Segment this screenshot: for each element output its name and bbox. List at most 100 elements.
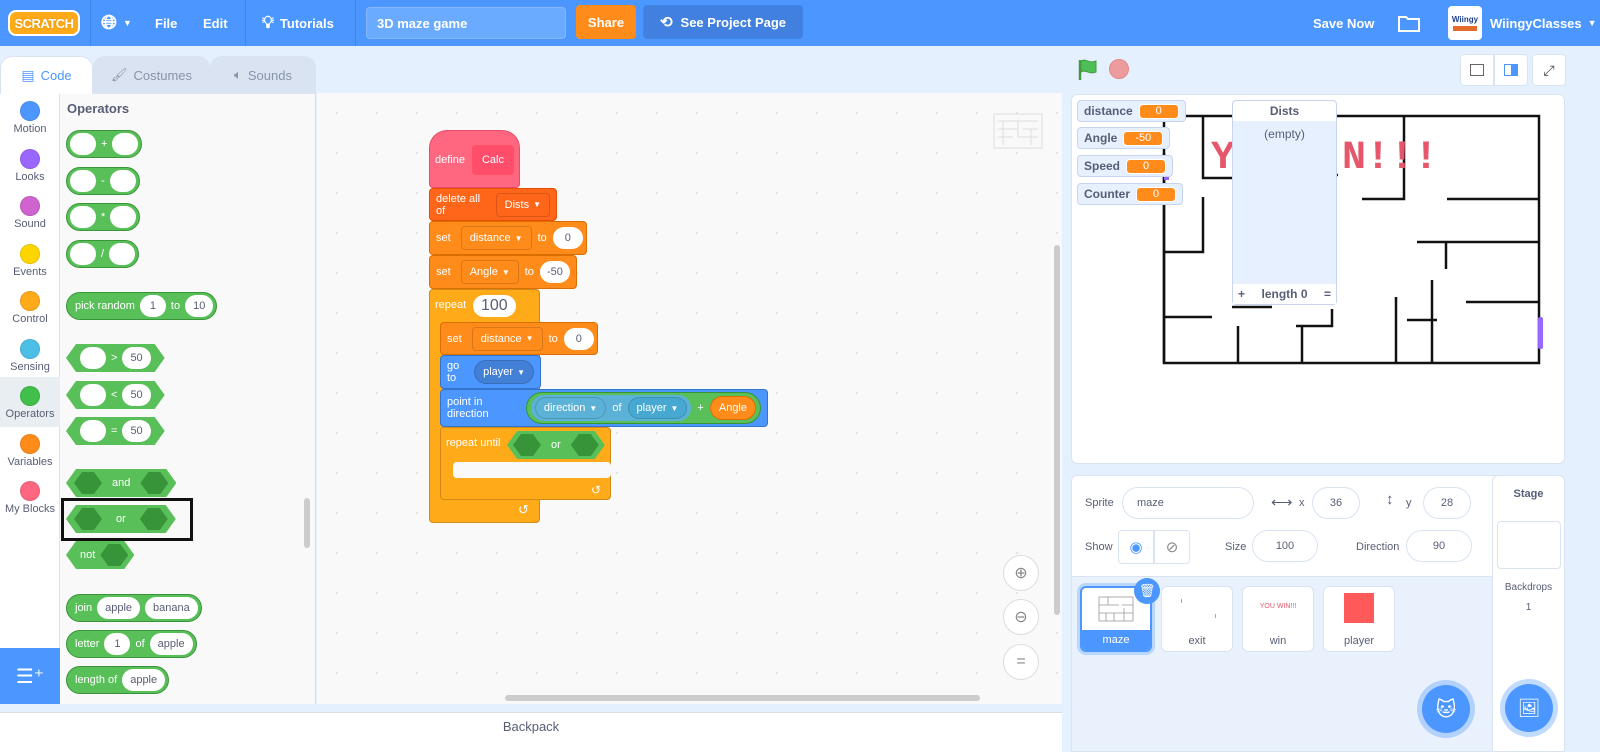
set-angle-block[interactable]: set Angle ▼ to -50 <box>429 255 577 289</box>
add-reporter[interactable]: direction ▼ of player ▼ + Angle <box>525 392 761 424</box>
variable-monitor-angle[interactable]: Angle -50 <box>1077 127 1171 149</box>
input-slot[interactable]: apple <box>149 633 193 655</box>
avatar[interactable]: Wiingy <box>1448 6 1482 40</box>
fullscreen-button[interactable]: ⤢ <box>1532 54 1566 86</box>
account-menu[interactable]: WiingyClasses ▼ <box>1490 0 1597 46</box>
large-stage-button[interactable] <box>1494 54 1528 86</box>
input-slot[interactable] <box>70 243 96 265</box>
sprite-dropdown[interactable]: player ▼ <box>627 397 688 419</box>
input-slot[interactable]: 50 <box>122 420 150 442</box>
set-distance-block[interactable]: set distance ▼ to 0 <box>429 221 587 255</box>
boolean-slot[interactable] <box>140 472 168 494</box>
delete-all-block[interactable]: delete all of Dists ▼ <box>429 188 557 221</box>
input-slot[interactable] <box>80 384 106 406</box>
see-project-page-button[interactable]: ⟲ See Project Page <box>643 5 803 39</box>
input-slot[interactable]: 10 <box>185 295 214 317</box>
backpack[interactable]: Backpack <box>0 712 1062 752</box>
block-divide[interactable]: / <box>66 240 140 268</box>
delete-sprite-button[interactable]: 🗑︎ <box>1134 578 1160 604</box>
boolean-slot[interactable] <box>100 544 128 566</box>
variable-monitor-speed[interactable]: Speed 0 <box>1077 155 1174 177</box>
input-slot[interactable]: 50 <box>122 384 150 406</box>
category-sound[interactable]: Sound <box>0 191 60 238</box>
set-distance-block[interactable]: set distance ▼ to 0 <box>440 322 598 355</box>
workspace-vertical-scrollbar[interactable] <box>1054 245 1060 615</box>
value-input[interactable]: 100 <box>473 295 516 317</box>
input-slot[interactable]: apple <box>122 669 166 691</box>
input-slot[interactable]: 50 <box>122 347 150 369</box>
project-title-input[interactable]: 3D maze game <box>366 7 566 39</box>
palette-scrollbar[interactable] <box>304 498 310 548</box>
tab-costumes[interactable]: 🖌︎ Costumes <box>93 56 210 94</box>
category-my-blocks[interactable]: My Blocks <box>0 476 60 523</box>
block-length-of[interactable]: length of apple <box>66 666 170 694</box>
add-extension-button[interactable]: ☰⁺ <box>0 648 60 704</box>
sprite-name-input[interactable]: maze <box>1122 487 1254 519</box>
sprite-thumb-player[interactable]: player <box>1323 586 1395 652</box>
tab-sounds[interactable]: 🔈︎ Sounds <box>210 56 316 94</box>
show-sprite-button[interactable]: ◉ <box>1118 530 1154 564</box>
go-to-block[interactable]: go to player ▼ <box>440 355 541 389</box>
green-flag-icon[interactable] <box>1076 57 1100 81</box>
list-monitor-dists[interactable]: Dists (empty) + length 0 = <box>1232 100 1337 305</box>
input-slot[interactable] <box>70 133 96 155</box>
of-reporter[interactable]: direction ▼ of player ▼ <box>530 395 692 421</box>
y-input[interactable]: 28 <box>1423 487 1471 519</box>
category-variables[interactable]: Variables <box>0 429 60 476</box>
language-menu[interactable]: 🌐︎ ▼ <box>101 0 132 46</box>
block-add[interactable]: + <box>66 130 143 158</box>
block-pick-random[interactable]: pick random 1 to 10 <box>66 292 218 320</box>
value-input[interactable]: -50 <box>539 261 570 283</box>
boolean-slot[interactable] <box>513 434 541 456</box>
block-equals[interactable]: = 50 <box>66 417 165 445</box>
variable-monitor-counter[interactable]: Counter 0 <box>1077 183 1183 205</box>
variable-dropdown[interactable]: distance ▼ <box>471 326 543 351</box>
boolean-slot[interactable] <box>571 434 599 456</box>
resize-handle[interactable]: = <box>1324 287 1331 301</box>
list-dropdown[interactable]: Dists ▼ <box>495 192 550 217</box>
input-slot[interactable]: banana <box>145 597 198 619</box>
angle-variable-reporter[interactable]: Angle <box>709 396 756 420</box>
input-slot[interactable]: 1 <box>104 633 131 655</box>
stage-canvas[interactable]: Y N!!! distance 0 Angle -50 Speed 0 Counter… <box>1071 94 1565 464</box>
category-looks[interactable]: Looks <box>0 144 60 191</box>
zoom-out-button[interactable]: ⊖ <box>1003 599 1039 635</box>
tab-code[interactable]: ▤ Code <box>0 56 93 94</box>
block-less-than[interactable]: <50 <box>66 381 165 409</box>
code-workspace[interactable]: define Calc delete all of Dists ▼ set dis… <box>317 93 1062 704</box>
my-stuff-button[interactable] <box>1398 0 1420 46</box>
input-slot[interactable]: apple <box>97 597 141 619</box>
add-backdrop-button[interactable]: 🖼︎ <box>1505 684 1553 732</box>
category-events[interactable]: Events <box>0 239 60 286</box>
input-slot[interactable] <box>80 420 106 442</box>
hide-sprite-button[interactable]: ⊘ <box>1154 530 1190 564</box>
backdrop-thumbnail[interactable] <box>1497 521 1561 569</box>
zoom-reset-button[interactable]: = <box>1003 644 1039 680</box>
input-slot[interactable] <box>80 347 106 369</box>
block-letter-of[interactable]: letter 1 of apple <box>66 630 197 658</box>
or-block[interactable]: or <box>507 431 605 459</box>
variable-dropdown[interactable]: distance ▼ <box>460 226 532 250</box>
block-subtract[interactable]: - <box>66 167 140 195</box>
block-and[interactable]: and <box>66 469 176 497</box>
boolean-slot[interactable] <box>74 472 102 494</box>
direction-input[interactable]: 90 <box>1406 530 1472 562</box>
input-slot[interactable] <box>70 170 96 192</box>
edit-menu[interactable]: Edit <box>203 0 228 46</box>
target-dropdown[interactable]: player ▼ <box>474 360 534 384</box>
input-slot[interactable]: 1 <box>139 295 166 317</box>
category-control[interactable]: Control <box>0 286 60 333</box>
add-item-button[interactable]: + <box>1238 287 1245 301</box>
share-button[interactable]: Share <box>576 5 636 39</box>
save-now-button[interactable]: Save Now <box>1313 0 1374 46</box>
repeat-until-block[interactable]: repeat until or ↺ <box>440 427 611 500</box>
workspace-horizontal-scrollbar[interactable] <box>505 695 980 701</box>
sprite-thumb-maze[interactable]: maze 🗑︎ <box>1080 578 1160 652</box>
input-slot[interactable] <box>110 206 137 228</box>
tutorials-button[interactable]: 💡︎ Tutorials <box>262 0 334 46</box>
category-motion[interactable]: Motion <box>0 96 60 143</box>
block-multiply[interactable]: * <box>66 203 141 231</box>
category-sensing[interactable]: Sensing <box>0 334 60 381</box>
value-input[interactable]: 0 <box>552 227 583 249</box>
point-in-direction-block[interactable]: point in direction direction ▼ of player ▼… <box>440 389 768 427</box>
